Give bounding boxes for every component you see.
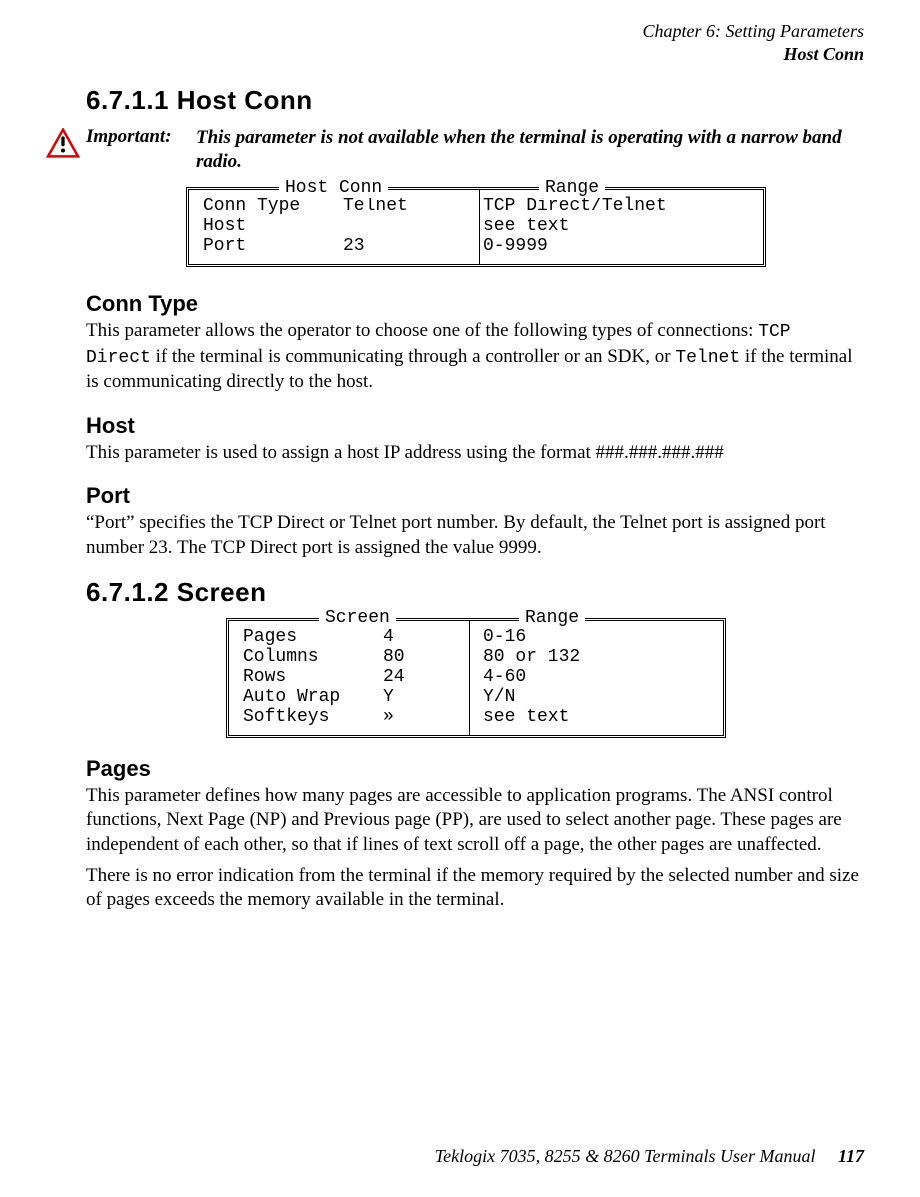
heading-host-conn: 6.7.1.1 Host Conn [86,85,864,116]
param-range: 0-9999 [483,236,749,256]
param-range: Y/N [483,687,709,707]
screen-diagram: Screen Range Pages 4 0-16 Columns 80 80 … [226,618,726,738]
pages-paragraph-1: This parameter defines how many pages ar… [86,784,864,858]
heading-screen: 6.7.1.2 Screen [86,577,864,608]
param-value [343,216,443,236]
param-value: 4 [383,627,443,647]
running-header: Chapter 6: Setting Parameters Host Conn [86,20,864,67]
param-name: Auto Wrap [243,687,383,707]
param-name: Columns [243,647,383,667]
diagram-row: Host see text [203,216,749,236]
heading-host: Host [86,413,864,439]
param-name: Pages [243,627,383,647]
diagram-legend-right: Range [539,178,605,198]
heading-pages: Pages [86,756,864,782]
heading-port: Port [86,483,864,509]
port-paragraph: “Port” specifies the TCP Direct or Telne… [86,511,864,560]
diagram-row: Port 23 0-9999 [203,236,749,256]
param-value: Y [383,687,443,707]
code-telnet: Telnet [675,348,740,368]
param-name: Port [203,236,343,256]
host-conn-diagram: Host Conn Range Conn Type Telnet TCP Dir… [186,187,766,267]
param-value: 23 [343,236,443,256]
diagram-row: Conn Type Telnet TCP Direct/Telnet [203,196,749,216]
param-range: 4-60 [483,667,709,687]
param-range: 80 or 132 [483,647,709,667]
pages-paragraph-2: There is no error indication from the te… [86,864,864,913]
diagram-row: Softkeys » see text [243,707,709,727]
param-name: Host [203,216,343,236]
param-value: 80 [383,647,443,667]
conn-type-paragraph: This parameter allows the operator to ch… [86,319,864,394]
section-label: Host Conn [86,43,864,66]
host-paragraph: This parameter is used to assign a host … [86,441,864,466]
param-name: Conn Type [203,196,343,216]
page-number: 117 [838,1146,864,1166]
heading-conn-type: Conn Type [86,291,864,317]
diagram-legend-right: Range [519,608,585,628]
param-value: 24 [383,667,443,687]
text: if the terminal is communicating through… [151,346,676,367]
param-range: see text [483,216,749,236]
param-range: TCP Direct/Telnet [483,196,749,216]
chapter-label: Chapter 6: Setting Parameters [86,20,864,43]
param-value: » [383,707,443,727]
diagram-row: Pages 4 0-16 [243,627,709,647]
param-range: see text [483,707,709,727]
diagram-row: Auto Wrap Y Y/N [243,687,709,707]
diagram-row: Columns 80 80 or 132 [243,647,709,667]
param-value: Telnet [343,196,443,216]
page-footer: Teklogix 7035, 8255 & 8260 Terminals Use… [86,1146,864,1167]
warning-icon [46,128,80,164]
diagram-legend-left: Screen [319,608,396,628]
param-range: 0-16 [483,627,709,647]
important-text: This parameter is not available when the… [196,126,864,175]
important-note: Important: This parameter is not availab… [46,126,864,175]
diagram-legend-left: Host Conn [279,178,388,198]
diagram-row: Rows 24 4-60 [243,667,709,687]
text: This parameter allows the operator to ch… [86,320,758,341]
important-label: Important: [86,126,196,148]
book-title: Teklogix 7035, 8255 & 8260 Terminals Use… [435,1146,816,1166]
param-name: Softkeys [243,707,383,727]
param-name: Rows [243,667,383,687]
